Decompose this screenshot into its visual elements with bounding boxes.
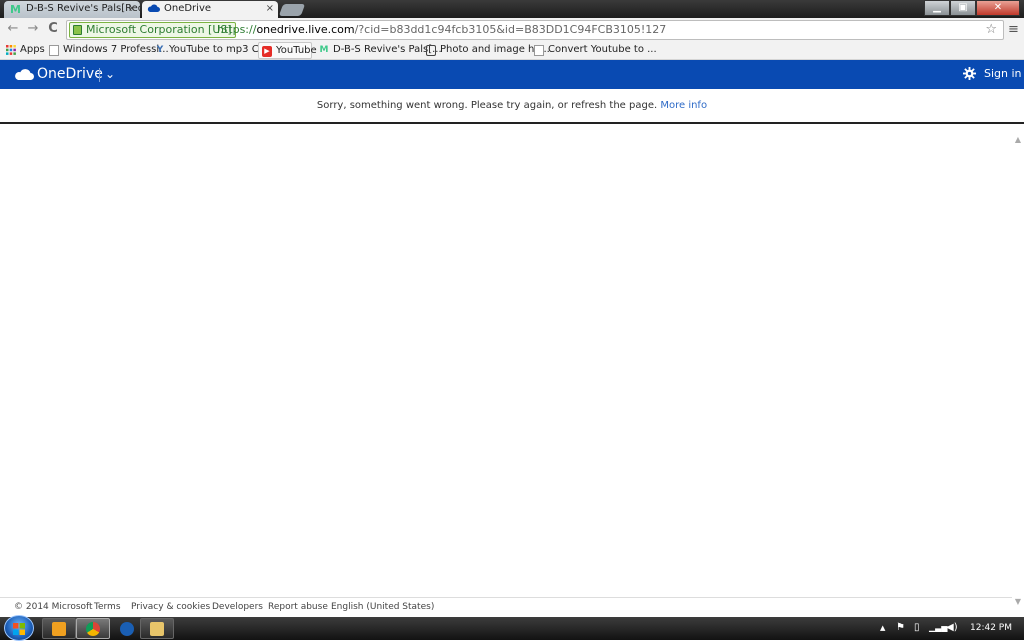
tab-label: OneDrive [164, 3, 212, 14]
chrome-menu-icon[interactable]: ≡ [1008, 22, 1019, 37]
m-icon: M [319, 45, 329, 55]
bookmark-star-icon[interactable]: ☆ [985, 21, 997, 39]
url-scheme: https:// [217, 23, 257, 36]
bookmark-label: YouTube [276, 45, 317, 56]
header-divider [99, 68, 100, 82]
camera-icon [426, 45, 436, 56]
taskbar-chrome[interactable] [76, 618, 110, 639]
tab-label: D-B-S Revive's Pals[Reque [26, 3, 140, 14]
bookmark-youtube[interactable]: ▶ YouTube [258, 42, 317, 59]
page-scrollbar[interactable]: ▲ ▼ [1012, 126, 1024, 616]
windows-flag-icon [13, 623, 25, 635]
back-button[interactable]: ← [5, 21, 21, 37]
hp-icon [120, 622, 134, 636]
start-button[interactable] [4, 615, 34, 641]
url-host: onedrive.live.com [256, 23, 355, 36]
youtube-icon: ▶ [262, 46, 272, 57]
report-abuse-link[interactable]: Report abuse [268, 598, 328, 616]
folder-icon [150, 622, 164, 636]
tab-close-icon[interactable]: × [128, 1, 136, 17]
onedrive-brand[interactable]: OneDrive [37, 66, 103, 83]
onedrive-header: OneDrive ⌄ Sign in [0, 60, 1024, 89]
media-player-icon [52, 622, 66, 636]
page-footer: © 2014 Microsoft Terms Privacy & cookies… [0, 597, 1012, 617]
terms-link[interactable]: Terms [94, 598, 121, 616]
minimize-button[interactable]: ▁ [924, 0, 950, 16]
browser-titlebar: M D-B-S Revive's Pals[Reque × OneDrive ×… [0, 0, 1024, 18]
gear-icon[interactable] [963, 67, 976, 83]
taskbar-hp[interactable] [110, 618, 144, 639]
chrome-icon [86, 622, 100, 636]
bookmark-windows7[interactable]: Windows 7 Professi... [49, 42, 169, 59]
page-icon [534, 45, 544, 56]
yt-mp3-icon: Y [156, 45, 164, 55]
bookmark-photo-hosting[interactable]: Photo and image ho... [426, 42, 550, 59]
bookmarks-bar: Apps Windows 7 Professi... Y YouTube to … [0, 42, 1024, 60]
error-notice: Sorry, something went wrong. Please try … [0, 89, 1024, 124]
bookmark-label: Apps [20, 44, 45, 55]
error-message: Sorry, something went wrong. Please try … [316, 100, 658, 111]
apps-grid-icon [6, 45, 16, 56]
bookmark-youtube-mp3[interactable]: Y YouTube to mp3 Co... [155, 42, 274, 59]
browser-toolbar: ← → C Microsoft Corporation [US] https:/… [0, 18, 1024, 42]
taskbar-clock[interactable]: 12:42 PM [970, 621, 1012, 635]
copyright-text: © 2014 Microsoft [14, 602, 93, 612]
signal-icon[interactable]: ▁▃▅ [929, 621, 947, 635]
onedrive-cloud-icon [15, 69, 34, 80]
bookmark-apps[interactable]: Apps [6, 42, 45, 59]
taskbar-explorer[interactable] [140, 618, 174, 639]
lock-icon [73, 25, 82, 35]
privacy-link[interactable]: Privacy & cookies [131, 598, 210, 616]
url-path: /?cid=b83dd1c94fcb3105&id=B83DD1C94FCB31… [354, 23, 667, 36]
developers-link[interactable]: Developers [212, 598, 263, 616]
flag-icon[interactable]: ⚑ [896, 621, 905, 635]
forward-button[interactable]: → [25, 21, 41, 37]
windows-taskbar: ▲ ⚑ ▯ ▁▃▅ ◀) 12:42 PM [0, 615, 1024, 641]
taskbar-media-player[interactable] [42, 618, 76, 639]
new-tab-button[interactable] [278, 4, 306, 16]
tray-expand-icon[interactable]: ▲ [880, 621, 885, 635]
main-content-area [0, 126, 1012, 596]
scroll-up-icon[interactable]: ▲ [1012, 134, 1024, 146]
chevron-down-icon[interactable]: ⌄ [105, 66, 115, 82]
m-favicon-icon: M [10, 3, 21, 16]
ev-certificate-badge[interactable]: Microsoft Corporation [US] [69, 22, 236, 38]
window-controls: ▁ ▣ ✕ [924, 0, 1020, 16]
close-window-button[interactable]: ✕ [976, 0, 1020, 16]
bookmark-label: Windows 7 Professi... [63, 44, 169, 55]
sign-in-link[interactable]: Sign in [984, 67, 1022, 81]
page-icon [49, 45, 59, 56]
address-bar[interactable]: Microsoft Corporation [US] https://onedr… [66, 20, 1004, 40]
language-link[interactable]: English (United States) [331, 598, 434, 616]
tab-onedrive[interactable]: OneDrive × [142, 1, 278, 18]
bookmark-label: Convert Youtube to ... [548, 44, 657, 55]
volume-icon[interactable]: ◀) [946, 621, 958, 635]
url-text[interactable]: https://onedrive.live.com/?cid=b83dd1c94… [217, 21, 666, 39]
bookmark-convert-youtube[interactable]: Convert Youtube to ... [534, 42, 657, 59]
scroll-down-icon[interactable]: ▼ [1012, 596, 1024, 608]
more-info-link[interactable]: More info [660, 100, 707, 111]
reload-button[interactable]: C [45, 21, 61, 37]
ev-label: Microsoft Corporation [US] [86, 23, 232, 36]
maximize-button[interactable]: ▣ [950, 0, 976, 16]
bookmark-dbs-revive[interactable]: M D-B-S Revive's Pals[... [319, 42, 442, 59]
battery-icon[interactable]: ▯ [914, 621, 920, 635]
tab-dbs-revive[interactable]: M D-B-S Revive's Pals[Reque × [4, 1, 140, 18]
cloud-favicon-icon [147, 3, 160, 16]
tab-close-icon[interactable]: × [266, 1, 274, 17]
